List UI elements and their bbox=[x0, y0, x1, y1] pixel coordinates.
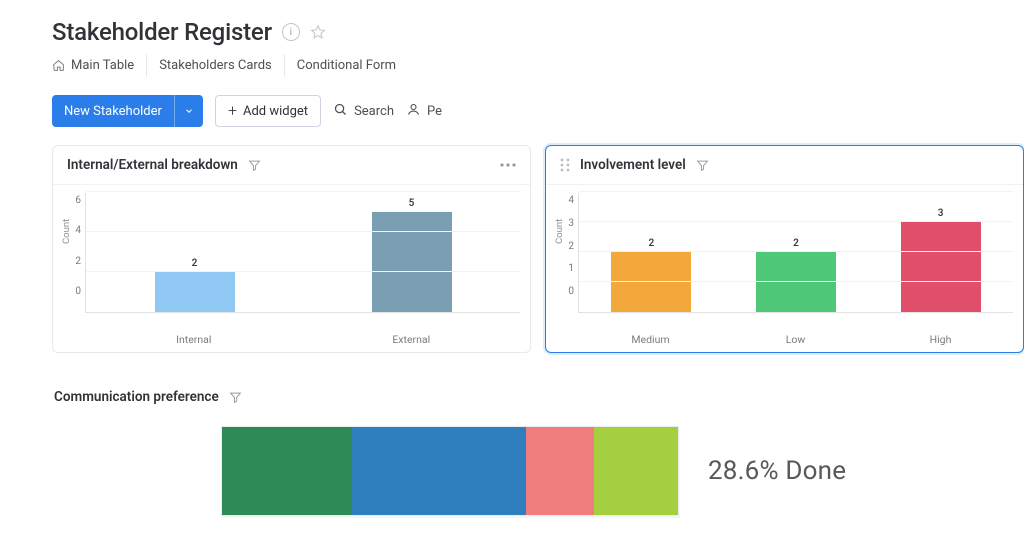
new-stakeholder-button[interactable]: New Stakeholder bbox=[52, 95, 203, 127]
bar-chart: Count 0246 25 bbox=[63, 193, 520, 331]
view-tabs: Main Table Stakeholders Cards Conditiona… bbox=[52, 54, 1024, 77]
stacked-segment bbox=[526, 427, 594, 515]
button-label: Search bbox=[354, 104, 394, 119]
stacked-segment bbox=[222, 427, 352, 515]
widget-involvement-level[interactable]: Involvement level Count 01234 223 Medium… bbox=[545, 145, 1024, 353]
y-axis-label: Count bbox=[61, 219, 72, 244]
done-percent-label: 28.6% Done bbox=[708, 456, 846, 486]
widget-internal-external[interactable]: Internal/External breakdown Count 0246 2… bbox=[52, 145, 531, 353]
add-widget-button[interactable]: + Add widget bbox=[215, 95, 321, 127]
tab-label: Main Table bbox=[71, 58, 134, 73]
home-icon bbox=[52, 59, 65, 72]
widget-title: Internal/External breakdown bbox=[67, 157, 238, 173]
stacked-segment bbox=[594, 427, 678, 515]
info-icon[interactable]: i bbox=[282, 23, 300, 41]
filter-icon[interactable] bbox=[696, 159, 709, 172]
chevron-down-icon[interactable] bbox=[174, 95, 203, 127]
tab-conditional-form[interactable]: Conditional Form bbox=[285, 54, 408, 77]
filter-icon[interactable] bbox=[229, 391, 242, 404]
x-axis-labels: MediumLowHigh bbox=[556, 333, 1013, 346]
button-label: Add widget bbox=[243, 104, 308, 119]
widget-title: Involvement level bbox=[580, 157, 686, 173]
page-title: Stakeholder Register bbox=[52, 18, 272, 46]
more-icon[interactable] bbox=[500, 163, 516, 167]
y-axis-label: Count bbox=[554, 219, 565, 244]
tab-stakeholders-cards[interactable]: Stakeholders Cards bbox=[147, 54, 285, 77]
filter-icon[interactable] bbox=[248, 159, 261, 172]
tab-main-table[interactable]: Main Table bbox=[52, 54, 147, 77]
tab-label: Conditional Form bbox=[297, 58, 396, 73]
bar-chart: Count 01234 223 bbox=[556, 193, 1013, 331]
stacked-bar bbox=[222, 427, 678, 515]
search-icon bbox=[333, 102, 348, 121]
search-button[interactable]: Search bbox=[333, 102, 394, 121]
tab-label: Stakeholders Cards bbox=[159, 58, 272, 73]
plus-icon: + bbox=[228, 103, 237, 119]
star-icon[interactable] bbox=[310, 24, 326, 40]
button-label: New Stakeholder bbox=[52, 104, 174, 119]
toolbar: New Stakeholder + Add widget Search Pe bbox=[52, 95, 1024, 127]
person-icon bbox=[406, 102, 421, 121]
widget-title: Communication preference bbox=[54, 389, 219, 405]
stacked-segment bbox=[352, 427, 525, 515]
button-label: Pe bbox=[427, 104, 442, 119]
widget-communication-preference[interactable]: Communication preference 28.6% Done bbox=[52, 379, 1024, 515]
x-axis-labels: InternalExternal bbox=[63, 333, 520, 346]
person-filter-button[interactable]: Pe bbox=[406, 102, 442, 121]
drag-handle-icon[interactable] bbox=[560, 158, 570, 172]
